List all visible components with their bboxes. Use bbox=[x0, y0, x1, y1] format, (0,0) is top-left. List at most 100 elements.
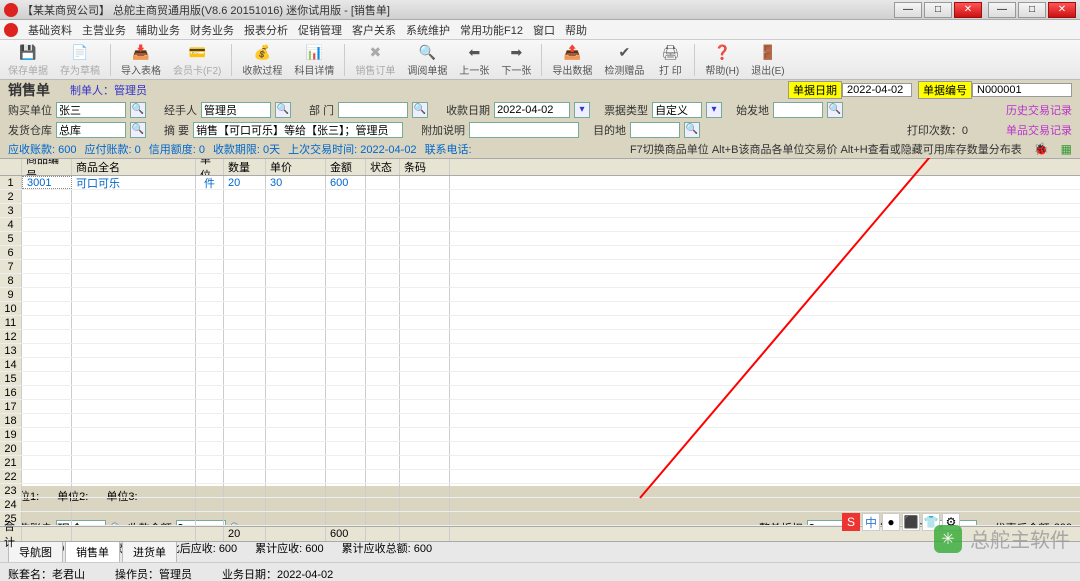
tb-import[interactable]: 📥导入表格 bbox=[117, 40, 165, 79]
bug-icon[interactable]: 🐞 bbox=[1034, 142, 1049, 156]
grid-row-empty[interactable]: 20 bbox=[0, 442, 1080, 456]
grid-row-empty[interactable]: 12 bbox=[0, 330, 1080, 344]
menu-promo[interactable]: 促销管理 bbox=[298, 22, 342, 38]
menu-basic[interactable]: 基础资料 bbox=[28, 22, 72, 38]
max-button[interactable]: □ bbox=[1018, 2, 1046, 18]
buyer-search-button[interactable]: 🔍 bbox=[130, 102, 146, 118]
tb-next[interactable]: ➡下一张 bbox=[497, 40, 535, 79]
menu-finance[interactable]: 财务业务 bbox=[190, 22, 234, 38]
tab-purchase[interactable]: 进货单 bbox=[122, 541, 177, 562]
col-id[interactable]: 商品编号 bbox=[22, 159, 72, 175]
doc-date-value[interactable]: 2022-04-02 bbox=[842, 83, 912, 97]
tb-draft[interactable]: 📄存为草稿 bbox=[56, 40, 104, 79]
dept-input[interactable] bbox=[338, 102, 408, 118]
col-price[interactable]: 单价 bbox=[266, 159, 326, 175]
col-amt[interactable]: 金额 bbox=[326, 159, 366, 175]
tb-save[interactable]: 💾保存单据 bbox=[4, 40, 52, 79]
handler-search-button[interactable]: 🔍 bbox=[275, 102, 291, 118]
cell-amt[interactable]: 600 bbox=[326, 176, 366, 189]
dest-input[interactable] bbox=[630, 122, 680, 138]
grid-row-empty[interactable]: 19 bbox=[0, 428, 1080, 442]
grid-row-empty[interactable]: 18 bbox=[0, 414, 1080, 428]
cell-barcode[interactable] bbox=[400, 176, 450, 189]
grid-row-empty[interactable]: 17 bbox=[0, 400, 1080, 414]
history-link[interactable]: 历史交易记录 bbox=[1006, 102, 1072, 118]
cell-qty[interactable]: 20 bbox=[224, 176, 266, 189]
grid-row-empty[interactable]: 3 bbox=[0, 204, 1080, 218]
close-button[interactable]: ✕ bbox=[1048, 2, 1076, 18]
ime-keyboard-icon[interactable]: ⬛ bbox=[902, 513, 920, 531]
col-barcode[interactable]: 条码 bbox=[400, 159, 450, 175]
note-input[interactable] bbox=[469, 122, 579, 138]
tb-prev[interactable]: ⬅上一张 bbox=[455, 40, 493, 79]
grid-row-empty[interactable]: 6 bbox=[0, 246, 1080, 260]
ticket-dropdown-button[interactable]: ▾ bbox=[706, 102, 722, 118]
cell-price[interactable]: 30 bbox=[266, 176, 326, 189]
ime-settings-icon[interactable]: ⚙ bbox=[942, 513, 960, 531]
col-unit[interactable]: 单位 bbox=[196, 159, 224, 175]
min-button[interactable]: — bbox=[988, 2, 1016, 18]
warehouse-search-button[interactable]: 🔍 bbox=[130, 122, 146, 138]
grid-row-empty[interactable]: 11 bbox=[0, 316, 1080, 330]
menu-window[interactable]: 窗口 bbox=[533, 22, 555, 38]
warehouse-input[interactable] bbox=[56, 122, 126, 138]
grid-row-empty[interactable]: 5 bbox=[0, 232, 1080, 246]
cell-unit[interactable]: 件 bbox=[196, 176, 224, 189]
paydate-dropdown-button[interactable]: ▾ bbox=[574, 102, 590, 118]
tb-gift[interactable]: ✔检测赠品 bbox=[600, 40, 648, 79]
menu-report[interactable]: 报表分析 bbox=[244, 22, 288, 38]
grid-row-empty[interactable]: 10 bbox=[0, 302, 1080, 316]
col-name[interactable]: 商品全名 bbox=[72, 159, 196, 175]
menu-fav[interactable]: 常用功能F12 bbox=[460, 22, 523, 38]
tb-subject[interactable]: 📊科目详情 bbox=[290, 40, 338, 79]
close-inner-button[interactable]: ✕ bbox=[954, 2, 982, 18]
max-inner-button[interactable]: □ bbox=[924, 2, 952, 18]
excel-icon[interactable]: ▦ bbox=[1061, 142, 1072, 156]
tb-order[interactable]: ✖销售订单 bbox=[351, 40, 399, 79]
ime-sogou-icon[interactable]: S bbox=[842, 513, 860, 531]
ime-punct-icon[interactable]: ● bbox=[882, 513, 900, 531]
grid-row-empty[interactable]: 9 bbox=[0, 288, 1080, 302]
menu-system[interactable]: 系统维护 bbox=[406, 22, 450, 38]
grid-row-empty[interactable]: 7 bbox=[0, 260, 1080, 274]
dest-search-button[interactable]: 🔍 bbox=[684, 122, 700, 138]
cell-name[interactable]: 可口可乐 bbox=[72, 176, 196, 189]
ime-skin-icon[interactable]: 👕 bbox=[922, 513, 940, 531]
menu-help[interactable]: 帮助 bbox=[565, 22, 587, 38]
cell-id[interactable]: 3001 bbox=[22, 176, 72, 189]
grid-row-empty[interactable]: 23 bbox=[0, 484, 1080, 498]
grid-row-empty[interactable]: 22 bbox=[0, 470, 1080, 484]
grid-row-empty[interactable]: 15 bbox=[0, 372, 1080, 386]
tb-member[interactable]: 💳会员卡(F2) bbox=[169, 40, 225, 79]
item-history-link[interactable]: 单品交易记录 bbox=[1006, 122, 1072, 138]
tb-exit[interactable]: 🚪退出(E) bbox=[747, 40, 788, 79]
handler-input[interactable] bbox=[201, 102, 271, 118]
col-qty[interactable]: 数量 bbox=[224, 159, 266, 175]
menu-crm[interactable]: 客户关系 bbox=[352, 22, 396, 38]
menu-aux[interactable]: 辅助业务 bbox=[136, 22, 180, 38]
paydate-input[interactable] bbox=[494, 102, 570, 118]
tb-receipt[interactable]: 💰收款过程 bbox=[238, 40, 286, 79]
menu-main[interactable]: 主营业务 bbox=[82, 22, 126, 38]
grid-row-empty[interactable]: 14 bbox=[0, 358, 1080, 372]
min-inner-button[interactable]: — bbox=[894, 2, 922, 18]
doc-no-value[interactable]: N000001 bbox=[972, 83, 1072, 97]
summary-input[interactable] bbox=[193, 122, 403, 138]
tb-export[interactable]: 📤导出数据 bbox=[548, 40, 596, 79]
dept-search-button[interactable]: 🔍 bbox=[412, 102, 428, 118]
grid-row-1[interactable]: 1 3001 可口可乐 件 20 30 600 bbox=[0, 176, 1080, 190]
tb-help[interactable]: ❓帮助(H) bbox=[701, 40, 743, 79]
ship-search-button[interactable]: 🔍 bbox=[827, 102, 843, 118]
grid-row-empty[interactable]: 4 bbox=[0, 218, 1080, 232]
grid-row-empty[interactable]: 8 bbox=[0, 274, 1080, 288]
tb-print[interactable]: 🖨打 印 bbox=[652, 40, 688, 79]
grid-row-empty[interactable]: 16 bbox=[0, 386, 1080, 400]
buyer-input[interactable] bbox=[56, 102, 126, 118]
grid-row-empty[interactable]: 21 bbox=[0, 456, 1080, 470]
grid-row-empty[interactable]: 2 bbox=[0, 190, 1080, 204]
ship-input[interactable] bbox=[773, 102, 823, 118]
tab-sale[interactable]: 销售单 bbox=[65, 541, 120, 562]
grid-row-empty[interactable]: 24 bbox=[0, 498, 1080, 512]
ticket-input[interactable] bbox=[652, 102, 702, 118]
col-status[interactable]: 状态 bbox=[366, 159, 400, 175]
